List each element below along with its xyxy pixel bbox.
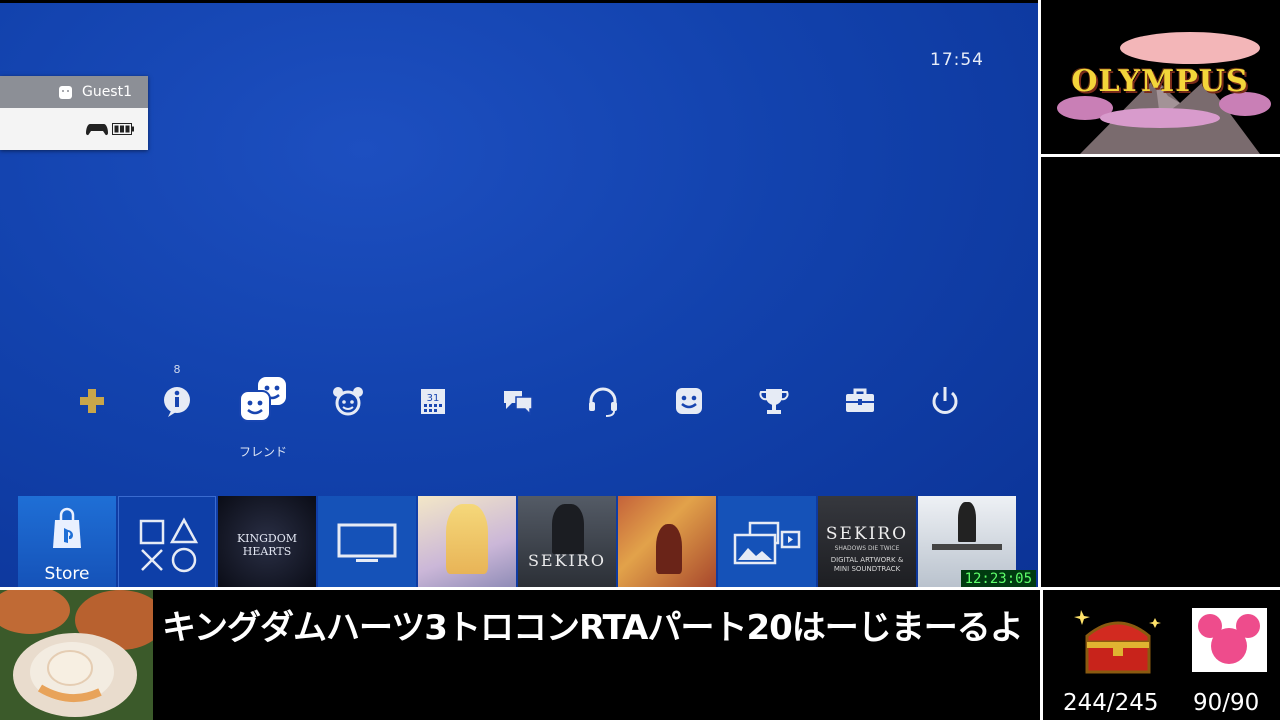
anime-figure bbox=[446, 504, 488, 574]
user-row: Guest1 bbox=[0, 76, 148, 108]
video-title-bar: キングダムハーツ3トロコンRTAパート20はーじまーるよ bbox=[156, 590, 1040, 720]
controller-status bbox=[0, 108, 148, 150]
capture-gallery-tile[interactable] bbox=[718, 496, 816, 588]
hitman-figure bbox=[958, 502, 976, 542]
controller-icon bbox=[86, 124, 108, 136]
content-tiles: Store KINGDOM HEARTS SEKIRO SEKIRO SHADO… bbox=[18, 496, 1016, 588]
tv-video-tile[interactable] bbox=[318, 496, 416, 588]
divider bbox=[1040, 154, 1280, 157]
painting-tile[interactable] bbox=[618, 496, 716, 588]
notifications-icon[interactable] bbox=[159, 383, 195, 419]
collectible-counters: 244/245 90/90 bbox=[1043, 590, 1280, 720]
friends-icon[interactable] bbox=[236, 373, 290, 427]
speedrun-timer: 12:23:05 bbox=[960, 570, 1036, 588]
treasure-chest-icon bbox=[1074, 610, 1161, 674]
user-panel[interactable]: Guest1 bbox=[0, 76, 148, 150]
anime-artwork-tile[interactable] bbox=[418, 496, 516, 588]
sekiro-art-description: DIGITAL ARTWORK & MINI SOUNDTRACK bbox=[830, 556, 904, 573]
sekiro-artwork-tile[interactable]: SEKIRO SHADOWS DIE TWICE DIGITAL ARTWORK… bbox=[818, 496, 916, 588]
divider bbox=[1038, 0, 1041, 590]
hitman-banner bbox=[932, 544, 1002, 550]
battery-icon bbox=[112, 123, 134, 135]
sekiro-logo: SEKIRO bbox=[527, 551, 607, 570]
kingdom-hearts-3-tile[interactable]: KINGDOM HEARTS bbox=[218, 496, 316, 588]
tv-icon bbox=[337, 523, 397, 562]
scallop-image bbox=[0, 590, 153, 720]
notification-count: 8 bbox=[173, 363, 181, 376]
kingdom-hearts-logo: KINGDOM HEARTS bbox=[236, 532, 298, 558]
clock: 17:54 bbox=[930, 50, 984, 70]
svg-text:31: 31 bbox=[427, 393, 440, 404]
user-name: Guest1 bbox=[81, 84, 132, 100]
library-tile[interactable] bbox=[118, 496, 216, 588]
mickey-count: 90/90 bbox=[1193, 690, 1260, 716]
function-area: 8 フレンド 31 bbox=[0, 363, 1038, 463]
playstation-shapes-icon bbox=[139, 517, 199, 573]
store-bag-icon bbox=[53, 507, 81, 548]
sekiro-art-subtitle: SHADOWS DIE TWICE bbox=[834, 545, 900, 552]
headset-icon[interactable] bbox=[585, 383, 621, 419]
face-icon bbox=[58, 85, 72, 99]
store-label: Store bbox=[44, 564, 90, 584]
ps4-home-screen: 17:54 Guest1 8 フレンド 31 Store KINGDOM HEA… bbox=[0, 3, 1038, 588]
playstation-plus-icon[interactable] bbox=[74, 383, 110, 419]
mickey-icon bbox=[1192, 608, 1267, 672]
store-tile[interactable]: Store bbox=[18, 496, 116, 588]
trophies-icon[interactable] bbox=[756, 383, 792, 419]
treasure-count: 244/245 bbox=[1063, 690, 1159, 716]
gallery-icon bbox=[733, 521, 801, 565]
settings-icon[interactable] bbox=[842, 383, 878, 419]
profile-icon[interactable] bbox=[671, 383, 707, 419]
video-title: キングダムハーツ3トロコンRTAパート20はーじまーるよ bbox=[162, 608, 1024, 648]
messages-icon[interactable] bbox=[500, 383, 536, 419]
sekiro-figure bbox=[552, 504, 584, 554]
right-blank-panel bbox=[1043, 157, 1280, 587]
party-icon[interactable] bbox=[330, 383, 366, 419]
events-icon[interactable]: 31 bbox=[415, 383, 451, 419]
painting-figure bbox=[656, 524, 682, 574]
sekiro-tile[interactable]: SEKIRO bbox=[518, 496, 616, 588]
sekiro-art-logo: SEKIRO bbox=[825, 524, 909, 544]
olympus-logo: OLYMPUS bbox=[1071, 64, 1249, 99]
friends-label: フレンド bbox=[238, 445, 288, 459]
power-icon[interactable] bbox=[927, 383, 963, 419]
olympus-logo-panel: OLYMPUS bbox=[1040, 8, 1280, 154]
